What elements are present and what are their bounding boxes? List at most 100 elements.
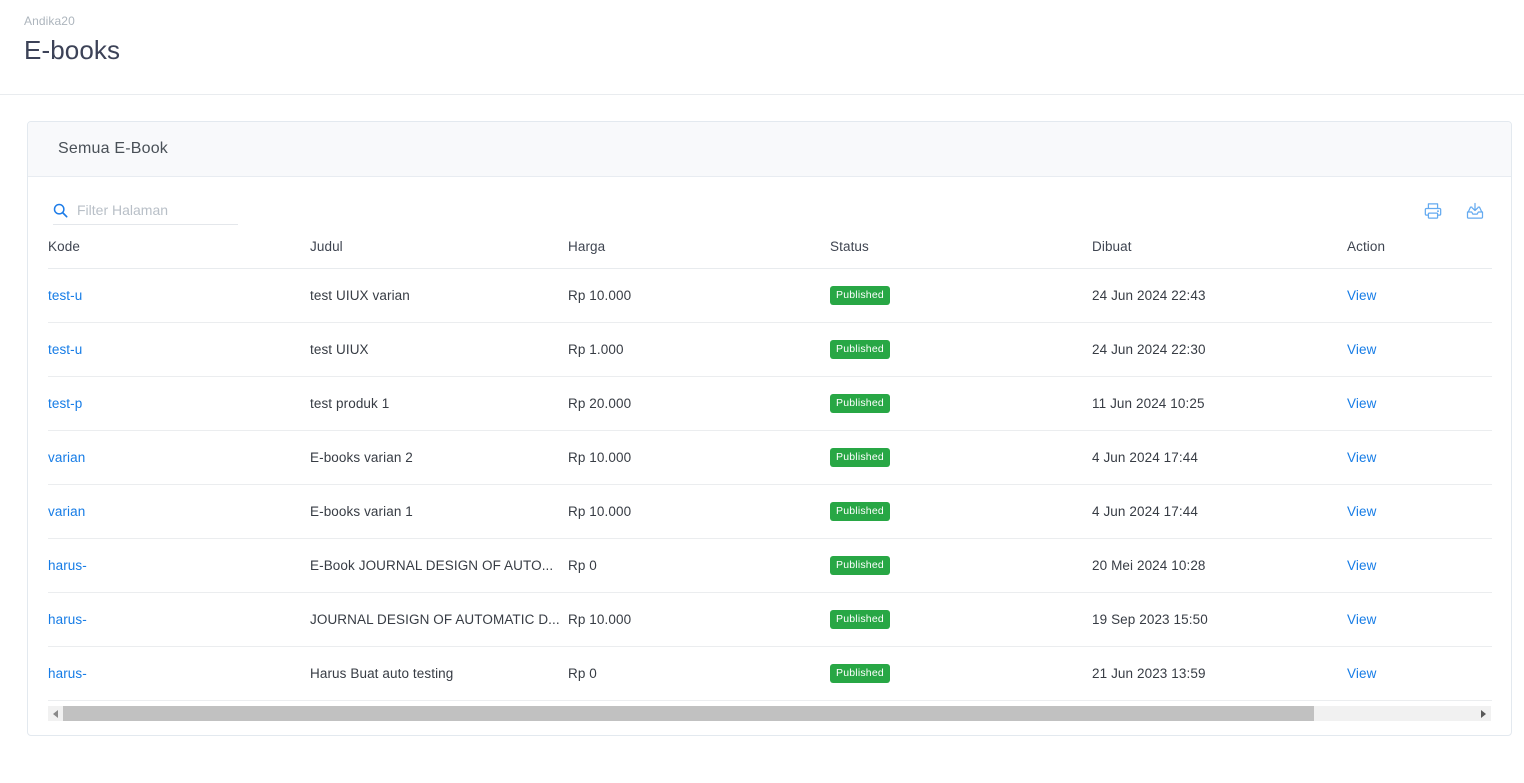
view-link[interactable]: View xyxy=(1347,396,1376,411)
cell-action: View xyxy=(1347,268,1492,323)
scrollbar-thumb[interactable] xyxy=(63,706,1314,721)
cell-dibuat: 24 Jun 2024 22:30 xyxy=(1092,322,1347,377)
cell-status: Published xyxy=(830,592,1092,647)
cell-dibuat: 19 Sep 2023 15:50 xyxy=(1092,592,1347,647)
card-title: Semua E-Book xyxy=(58,140,169,157)
breadcrumb: Andika20 xyxy=(24,14,75,28)
page-title: E-books xyxy=(24,35,121,65)
cell-kode: harus- xyxy=(48,538,310,593)
status-badge: Published xyxy=(830,502,890,521)
search-input[interactable] xyxy=(77,202,227,218)
table-row: test-u test UIUX varian Rp 10.000 Published… xyxy=(48,268,1492,323)
table-scroll-container: Kode Judul Harga Status Dibuat Action te… xyxy=(28,225,1511,701)
cell-judul: test produk 1 xyxy=(310,376,568,431)
cell-harga: Rp 0 xyxy=(568,538,830,593)
view-link[interactable]: View xyxy=(1347,504,1376,519)
cell-action: View xyxy=(1347,538,1492,593)
scrollbar-track[interactable] xyxy=(63,706,1476,721)
status-badge: Published xyxy=(830,610,890,629)
page-header: Andika20 E-books xyxy=(0,0,1524,95)
column-header-harga[interactable]: Harga xyxy=(568,225,830,269)
cell-kode: harus- xyxy=(48,592,310,647)
cell-action: View xyxy=(1347,484,1492,539)
cell-status: Published xyxy=(830,538,1092,593)
kode-link[interactable]: harus- xyxy=(48,666,87,681)
card-wrapper: Semua E-Book Filter Halaman Kode Judul H… xyxy=(0,95,1524,736)
printer-icon xyxy=(1423,201,1443,224)
table-row: test-p test produk 1 Rp 20.000 Published 11 … xyxy=(48,376,1492,431)
table-row: harus- JOURNAL DESIGN OF AUTOMATIC D... Rp… xyxy=(48,592,1492,647)
column-header-dibuat[interactable]: Dibuat xyxy=(1092,225,1347,269)
cell-status: Published xyxy=(830,268,1092,323)
table-row: test-u test UIUX Rp 1.000 Published 24 Jun 2… xyxy=(48,322,1492,377)
kode-link[interactable]: test-u xyxy=(48,288,82,303)
cell-harga: Rp 10.000 xyxy=(568,592,830,647)
scroll-right-arrow[interactable] xyxy=(1476,706,1491,721)
view-link[interactable]: View xyxy=(1347,666,1376,681)
print-button[interactable] xyxy=(1422,201,1444,223)
cell-judul: E-Book JOURNAL DESIGN OF AUTO... xyxy=(310,538,568,593)
cell-action: View xyxy=(1347,646,1492,701)
kode-link[interactable]: harus- xyxy=(48,558,87,573)
download-tray-icon xyxy=(1465,201,1485,224)
cell-kode: test-u xyxy=(48,268,310,323)
cell-judul: E-books varian 1 xyxy=(310,484,568,539)
status-badge: Published xyxy=(830,286,890,305)
search-box[interactable] xyxy=(53,202,238,225)
cell-kode: test-p xyxy=(48,376,310,431)
cell-harga: Rp 10.000 xyxy=(568,430,830,485)
table-row: varian E-books varian 1 Rp 10.000 Published… xyxy=(48,484,1492,539)
cell-dibuat: 4 Jun 2024 17:44 xyxy=(1092,430,1347,485)
column-header-action: Action xyxy=(1347,225,1492,269)
cell-dibuat: 11 Jun 2024 10:25 xyxy=(1092,376,1347,431)
cell-kode: varian xyxy=(48,484,310,539)
cell-dibuat: 24 Jun 2024 22:43 xyxy=(1092,268,1347,323)
cell-judul: test UIUX xyxy=(310,322,568,377)
view-link[interactable]: View xyxy=(1347,612,1376,627)
ebooks-table: Kode Judul Harga Status Dibuat Action te… xyxy=(48,225,1492,701)
cell-status: Published xyxy=(830,430,1092,485)
search-icon xyxy=(53,203,68,218)
cell-harga: Rp 10.000 xyxy=(568,268,830,323)
kode-link[interactable]: harus- xyxy=(48,612,87,627)
cell-kode: varian xyxy=(48,430,310,485)
cell-harga: Rp 20.000 xyxy=(568,376,830,431)
view-link[interactable]: View xyxy=(1347,288,1376,303)
kode-link[interactable]: test-p xyxy=(48,396,82,411)
cell-dibuat: 4 Jun 2024 17:44 xyxy=(1092,484,1347,539)
scroll-left-arrow[interactable] xyxy=(48,706,63,721)
cell-kode: harus- xyxy=(48,646,310,701)
cell-dibuat: 21 Jun 2023 13:59 xyxy=(1092,646,1347,701)
kode-link[interactable]: test-u xyxy=(48,342,82,357)
export-button[interactable] xyxy=(1464,201,1486,223)
view-link[interactable]: View xyxy=(1347,558,1376,573)
cell-action: View xyxy=(1347,376,1492,431)
column-header-kode[interactable]: Kode xyxy=(48,225,310,269)
cell-dibuat: 20 Mei 2024 10:28 xyxy=(1092,538,1347,593)
chevron-right-icon xyxy=(1481,709,1486,718)
column-header-judul[interactable]: Judul xyxy=(310,225,568,269)
table-toolbar xyxy=(28,177,1511,225)
chevron-left-icon xyxy=(53,709,58,718)
cell-action: View xyxy=(1347,592,1492,647)
kode-link[interactable]: varian xyxy=(48,504,85,519)
ebooks-card: Semua E-Book Filter Halaman Kode Judul H… xyxy=(27,121,1512,736)
cell-judul: E-books varian 2 xyxy=(310,430,568,485)
horizontal-scrollbar[interactable] xyxy=(48,706,1491,721)
view-link[interactable]: View xyxy=(1347,342,1376,357)
cell-harga: Rp 0 xyxy=(568,646,830,701)
cell-status: Published xyxy=(830,322,1092,377)
card-header: Semua E-Book xyxy=(28,122,1511,177)
cell-harga: Rp 10.000 xyxy=(568,484,830,539)
table-row: harus- Harus Buat auto testing Rp 0 Publish… xyxy=(48,646,1492,701)
status-badge: Published xyxy=(830,556,890,575)
toolbar-actions xyxy=(1422,201,1486,225)
view-link[interactable]: View xyxy=(1347,450,1376,465)
table-header-row: Kode Judul Harga Status Dibuat Action xyxy=(48,225,1492,269)
cell-kode: test-u xyxy=(48,322,310,377)
cell-action: View xyxy=(1347,430,1492,485)
column-header-status[interactable]: Status xyxy=(830,225,1092,269)
table-row: harus- E-Book JOURNAL DESIGN OF AUTO... Rp… xyxy=(48,538,1492,593)
cell-judul: test UIUX varian xyxy=(310,268,568,323)
kode-link[interactable]: varian xyxy=(48,450,85,465)
